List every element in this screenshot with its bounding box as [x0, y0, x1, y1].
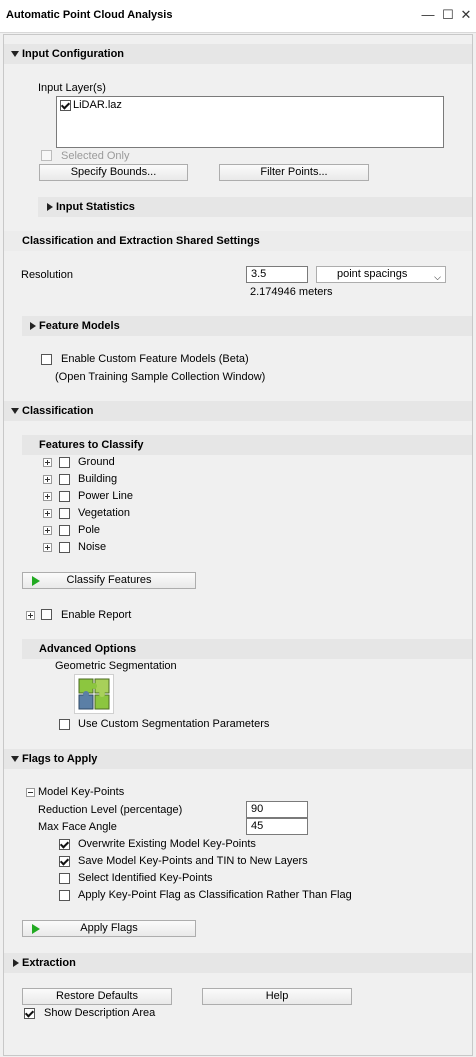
collapse-arrow-icon: Input Configuration — [10, 44, 124, 64]
overwrite-keypoints-label: Overwrite Existing Model Key-Points — [78, 838, 256, 850]
save-keypoints-label: Save Model Key-Points and TIN to New Lay… — [78, 855, 308, 867]
expand-pole-icon[interactable] — [43, 526, 52, 535]
max-face-angle-label: Max Face Angle — [38, 821, 117, 833]
apply-as-classification-label: Apply Key-Point Flag as Classification R… — [78, 889, 352, 901]
resolution-unit-value: point spacings — [337, 268, 408, 280]
feature-models-section[interactable]: Feature Models — [22, 316, 472, 336]
minimize-icon[interactable]: — — [420, 7, 436, 23]
reduction-level-input[interactable]: 90 — [246, 801, 308, 818]
collapse-model-keypoints-icon[interactable] — [26, 788, 35, 797]
play-icon — [32, 924, 40, 934]
expand-power-line-icon[interactable] — [43, 492, 52, 501]
show-description-label: Show Description Area — [44, 1007, 156, 1019]
overwrite-keypoints-checkbox[interactable] — [59, 839, 70, 850]
enable-report-label: Enable Report — [61, 609, 132, 621]
geometric-segmentation-label: Geometric Segmentation — [55, 660, 177, 672]
help-button[interactable]: Help — [202, 988, 352, 1005]
title-bar: Automatic Point Cloud Analysis — ☐ ✕ — [0, 0, 476, 33]
select-keypoints-label: Select Identified Key-Points — [78, 872, 213, 884]
classify-features-button[interactable]: Classify Features — [22, 572, 196, 589]
dialog-frame — [3, 34, 473, 1056]
feature-noise: Noise — [78, 541, 107, 553]
advanced-options-title: Advanced Options — [39, 643, 137, 655]
resolution-meters-text: 2.174946 meters — [250, 286, 333, 298]
input-layers-label: Input Layer(s) — [38, 82, 106, 94]
selected-only-checkbox[interactable] — [41, 150, 52, 161]
chevron-down-icon: ⌵ — [434, 272, 441, 282]
filter-points-button[interactable]: Filter Points... — [219, 164, 369, 181]
classification-section[interactable]: Classification — [4, 401, 472, 421]
vegetation-checkbox[interactable] — [59, 508, 70, 519]
resolution-input[interactable]: 3.5 — [246, 266, 308, 283]
reduction-level-label: Reduction Level (percentage) — [38, 804, 183, 816]
selected-only-label: Selected Only — [61, 150, 130, 162]
custom-feature-models-label: Enable Custom Feature Models (Beta) — [61, 353, 249, 365]
feature-ground: Ground — [78, 456, 115, 468]
max-face-angle-input[interactable]: 45 — [246, 818, 308, 835]
custom-segmentation-label: Use Custom Segmentation Parameters — [78, 718, 270, 730]
resolution-unit-select[interactable]: point spacings ⌵ — [316, 266, 446, 283]
input-statistics-section[interactable]: Input Statistics — [38, 197, 472, 217]
classify-features-label: Classify Features — [66, 574, 152, 586]
feature-pole: Pole — [78, 524, 101, 536]
specify-bounds-button[interactable]: Specify Bounds... — [39, 164, 188, 181]
noise-checkbox[interactable] — [59, 542, 70, 553]
apply-as-classification-checkbox[interactable] — [59, 890, 70, 901]
power-line-checkbox[interactable] — [59, 491, 70, 502]
expand-noise-icon[interactable] — [43, 543, 52, 552]
expand-vegetation-icon[interactable] — [43, 509, 52, 518]
maximize-icon[interactable]: ☐ — [440, 7, 456, 23]
select-keypoints-checkbox[interactable] — [59, 873, 70, 884]
collapse-arrow-icon: Flags to Apply — [10, 749, 97, 769]
collapse-arrow-icon: Classification — [11, 401, 94, 421]
custom-feature-models-checkbox[interactable] — [41, 354, 52, 365]
feature-power-line: Power Line — [78, 490, 134, 502]
close-icon[interactable]: ✕ — [458, 7, 474, 23]
input-layers-list[interactable]: LiDAR.laz — [56, 96, 444, 148]
expand-building-icon[interactable] — [43, 475, 52, 484]
window-title: Automatic Point Cloud Analysis — [6, 9, 173, 21]
show-description-checkbox[interactable] — [24, 1008, 35, 1019]
apply-flags-label: Apply Flags — [80, 922, 138, 934]
custom-segmentation-checkbox[interactable] — [59, 719, 70, 730]
shared-settings-title: Classification and Extraction Shared Set… — [22, 235, 260, 247]
pole-checkbox[interactable] — [59, 525, 70, 536]
ground-checkbox[interactable] — [59, 457, 70, 468]
enable-report-checkbox[interactable] — [41, 609, 52, 620]
expand-arrow-icon: Extraction — [13, 953, 76, 973]
features-to-classify-section: Features to Classify — [22, 435, 472, 455]
apply-flags-button[interactable]: Apply Flags — [22, 920, 196, 937]
training-window-link[interactable]: (Open Training Sample Collection Window) — [55, 371, 265, 383]
input-configuration-section[interactable]: Input Configuration — [4, 44, 472, 64]
expand-report-icon[interactable] — [26, 611, 35, 620]
layer-name[interactable]: LiDAR.laz — [73, 99, 122, 111]
expand-arrow-icon: Input Statistics — [47, 197, 135, 217]
feature-building: Building — [78, 473, 118, 485]
layer-checkbox[interactable] — [60, 100, 71, 111]
shared-settings-section: Classification and Extraction Shared Set… — [4, 231, 472, 251]
flags-section[interactable]: Flags to Apply — [4, 749, 472, 769]
extraction-section[interactable]: Extraction — [4, 953, 472, 973]
puzzle-icon[interactable] — [74, 674, 114, 714]
save-keypoints-checkbox[interactable] — [59, 856, 70, 867]
advanced-options-section: Advanced Options — [22, 639, 472, 659]
model-keypoints-label: Model Key-Points — [38, 786, 125, 798]
expand-arrow-icon: Feature Models — [30, 316, 120, 336]
features-to-classify-title: Features to Classify — [39, 439, 144, 451]
resolution-label: Resolution — [21, 269, 73, 281]
restore-defaults-button[interactable]: Restore Defaults — [22, 988, 172, 1005]
feature-vegetation: Vegetation — [78, 507, 130, 519]
expand-ground-icon[interactable] — [43, 458, 52, 467]
building-checkbox[interactable] — [59, 474, 70, 485]
play-icon — [32, 576, 40, 586]
